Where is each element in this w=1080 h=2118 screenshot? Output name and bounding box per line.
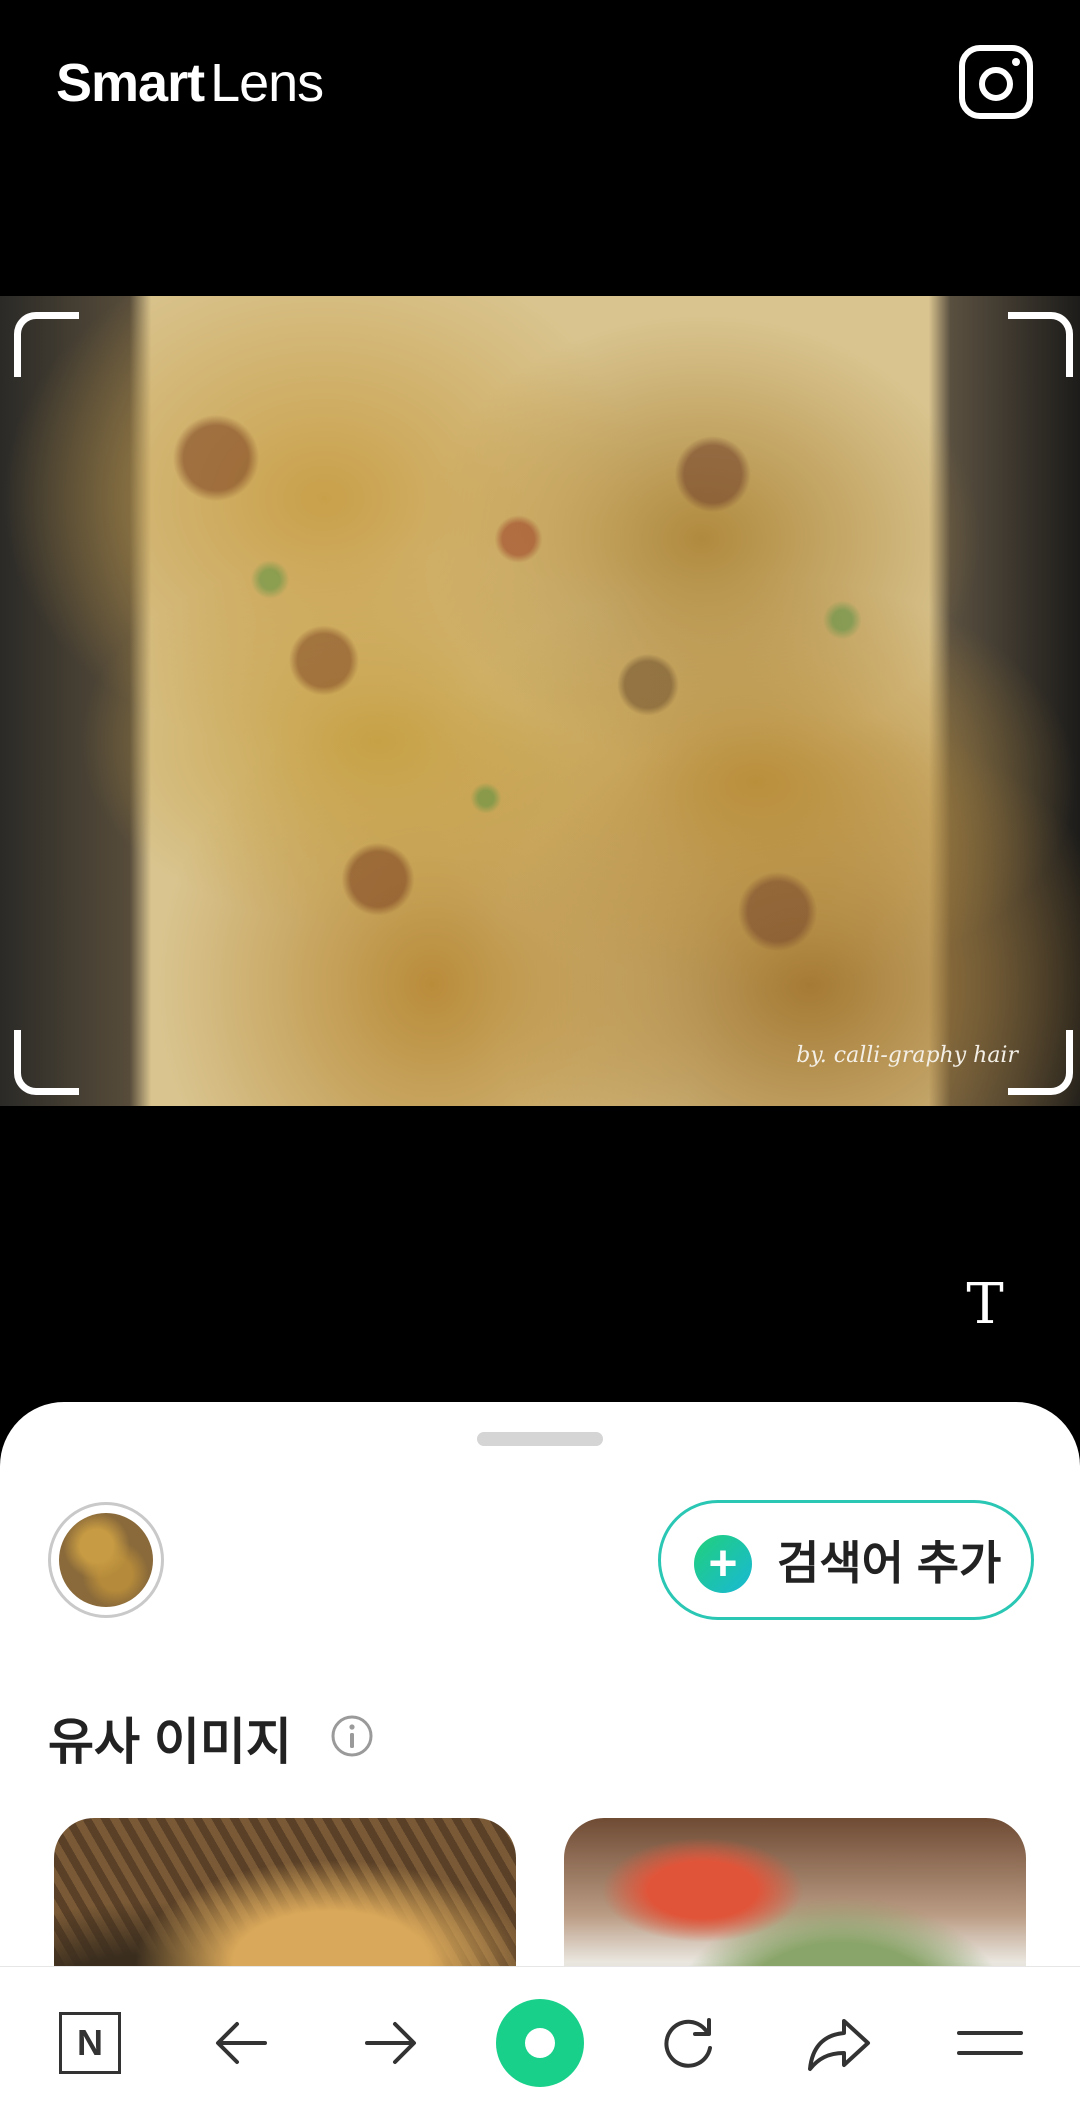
similar-images-title: 유사 이미지 (48, 1714, 292, 1770)
home-button[interactable]: N (30, 1967, 150, 2118)
crop-corner-bottom-right[interactable] (1008, 1030, 1073, 1095)
forward-button[interactable] (331, 1967, 451, 2118)
query-thumbnail[interactable] (48, 1502, 164, 1618)
crop-corner-top-right[interactable] (1008, 312, 1073, 377)
sheet-drag-handle[interactable] (477, 1432, 603, 1446)
photo-texture (0, 296, 1080, 1106)
refresh-icon (664, 2017, 712, 2068)
share-button[interactable] (779, 1967, 899, 2118)
add-keyword-label: 검색어 추가 (777, 1537, 1002, 1589)
plus-icon: + (694, 1535, 752, 1593)
home-n-icon: N (59, 2011, 121, 2074)
crop-corner-top-left[interactable] (14, 312, 79, 377)
info-icon[interactable] (330, 1714, 374, 1758)
menu-icon (957, 2030, 1023, 2055)
crop-corner-bottom-left[interactable] (14, 1030, 79, 1095)
green-lens-icon (496, 1998, 584, 2087)
back-arrow-icon (216, 2021, 267, 2064)
share-icon (808, 2018, 870, 2071)
bottom-navigation: N (0, 1966, 1080, 2118)
text-mode-icon[interactable]: T (955, 1270, 1015, 1340)
back-button[interactable] (181, 1967, 301, 2118)
forward-arrow-icon (365, 2021, 416, 2064)
camera-icon[interactable] (958, 44, 1034, 120)
photo-watermark: by. calli-graphy hair (796, 1043, 1018, 1068)
captured-photo[interactable]: by. calli-graphy hair (0, 296, 1080, 1106)
smartlens-logo: Smart Lens (56, 52, 324, 114)
menu-button[interactable] (930, 1967, 1050, 2118)
refresh-button[interactable] (628, 1967, 748, 2118)
lens-search-button[interactable] (480, 1967, 600, 2118)
top-bar: Smart Lens (0, 0, 1080, 170)
query-thumbnail-image (59, 1513, 153, 1607)
add-keyword-button[interactable]: + 검색어 추가 (658, 1500, 1034, 1620)
logo-bold-text: Smart (56, 53, 205, 113)
logo-light-text: Lens (210, 53, 324, 113)
